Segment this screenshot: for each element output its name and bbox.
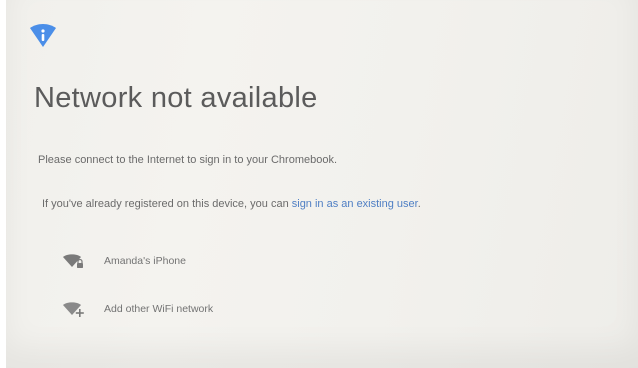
network-error-screen: Network not available Please connect to … <box>6 0 638 368</box>
screen-frame: Network not available Please connect to … <box>0 0 638 368</box>
wifi-locked-icon <box>63 254 83 268</box>
registered-message-text: If you've already registered on this dev… <box>42 198 292 210</box>
shield-info-icon <box>30 24 56 47</box>
sign-in-existing-user-link[interactable]: sign in as an existing user <box>292 198 418 210</box>
wifi-add-icon <box>63 302 84 317</box>
registered-message: If you've already registered on this dev… <box>42 198 421 210</box>
registered-message-suffix: . <box>417 198 421 210</box>
page-title: Network not available <box>34 82 318 114</box>
network-item-amandas-iphone[interactable]: Amanda's iPhone <box>62 251 186 271</box>
connect-message: Please connect to the Internet to sign i… <box>38 154 338 166</box>
network-label: Amanda's iPhone <box>104 255 186 267</box>
add-other-wifi-network[interactable]: Add other WiFi network <box>62 299 213 319</box>
network-label: Add other WiFi network <box>104 303 214 315</box>
